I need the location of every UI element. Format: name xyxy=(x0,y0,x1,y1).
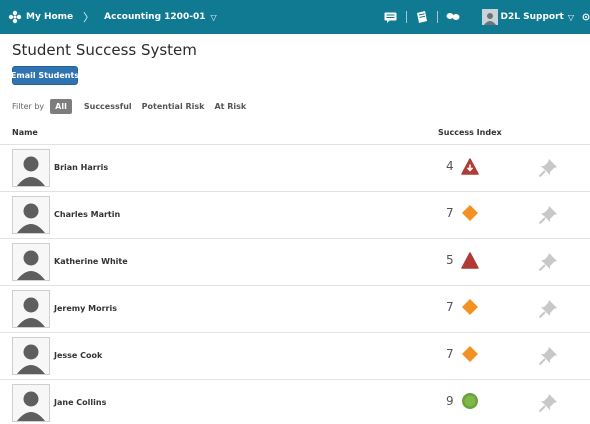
success-index-score: 9 xyxy=(446,394,454,408)
filter-label: Filter by xyxy=(12,101,45,111)
updates-icon[interactable] xyxy=(415,10,429,24)
student-avatar xyxy=(12,290,50,328)
breadcrumb: My Home 〉 Accounting 1200-01 ▽ xyxy=(8,0,217,34)
column-header-success-index[interactable]: Success Index xyxy=(438,128,502,137)
table-row: Katherine White 5 xyxy=(0,238,590,285)
table-row: Jeremy Morris 7 xyxy=(0,285,590,332)
filter-bar: Filter by All Successful Potential Risk … xyxy=(12,98,256,114)
home-logo-icon[interactable] xyxy=(8,10,22,24)
user-avatar[interactable] xyxy=(481,9,498,25)
student-name[interactable]: Jane Collins xyxy=(54,398,106,407)
student-avatar xyxy=(12,337,50,375)
potential-risk-diamond-icon xyxy=(461,345,479,363)
user-menu-chevron-down-icon[interactable]: ▽ xyxy=(568,13,574,22)
pin-icon[interactable] xyxy=(538,158,558,178)
user-menu-label[interactable]: D2L Support xyxy=(501,12,564,22)
success-index-score: 7 xyxy=(446,347,454,361)
success-index-score: 7 xyxy=(446,300,454,314)
table-row: Jesse Cook 7 xyxy=(0,332,590,379)
successful-circle-icon xyxy=(461,392,479,410)
table-row: Charles Martin 7 xyxy=(0,191,590,238)
success-index-score: 5 xyxy=(446,253,454,267)
navbar-divider xyxy=(436,11,438,23)
top-navbar: My Home 〉 Accounting 1200-01 ▽ D2L Suppo… xyxy=(0,0,590,34)
at-risk-triangle-down-arrow-icon xyxy=(461,157,479,175)
gear-icon[interactable] xyxy=(582,10,590,24)
table-row: Jane Collins 9 xyxy=(0,379,590,424)
student-name[interactable]: Brian Harris xyxy=(54,163,108,172)
email-students-button[interactable]: Email Students xyxy=(11,66,79,85)
pin-icon[interactable] xyxy=(538,252,558,272)
navbar-actions: D2L Support ▽ xyxy=(384,0,590,34)
pin-icon[interactable] xyxy=(538,346,558,366)
student-avatar xyxy=(12,384,50,422)
student-name[interactable]: Charles Martin xyxy=(54,210,120,219)
message-icon[interactable] xyxy=(384,10,398,24)
my-home-link[interactable]: My Home xyxy=(26,12,73,22)
subscriptions-icon[interactable] xyxy=(446,10,460,24)
potential-risk-diamond-icon xyxy=(461,204,479,222)
pin-icon[interactable] xyxy=(538,299,558,319)
filter-successful[interactable]: Successful xyxy=(84,102,132,111)
filter-all[interactable]: All xyxy=(50,98,72,114)
success-index-score: 4 xyxy=(446,159,454,173)
at-risk-triangle-icon xyxy=(461,251,479,269)
filter-potential-risk[interactable]: Potential Risk xyxy=(142,102,205,111)
breadcrumb-separator: 〉 xyxy=(83,11,95,24)
student-name[interactable]: Jeremy Morris xyxy=(54,304,117,313)
course-link[interactable]: Accounting 1200-01 xyxy=(104,12,205,22)
potential-risk-diamond-icon xyxy=(461,298,479,316)
success-index-score: 7 xyxy=(446,206,454,220)
page-title: Student Success System xyxy=(12,41,197,59)
pin-icon[interactable] xyxy=(538,393,558,413)
student-avatar xyxy=(12,243,50,281)
student-name[interactable]: Katherine White xyxy=(54,257,128,266)
pin-icon[interactable] xyxy=(538,205,558,225)
table-row: Brian Harris 4 xyxy=(0,144,590,191)
navbar-divider xyxy=(405,11,407,23)
student-avatar xyxy=(12,196,50,234)
course-chevron-down-icon[interactable]: ▽ xyxy=(210,13,216,22)
column-header-name[interactable]: Name xyxy=(12,128,38,137)
filter-at-risk[interactable]: At Risk xyxy=(214,102,246,111)
student-name[interactable]: Jesse Cook xyxy=(54,351,102,360)
student-avatar xyxy=(12,149,50,187)
